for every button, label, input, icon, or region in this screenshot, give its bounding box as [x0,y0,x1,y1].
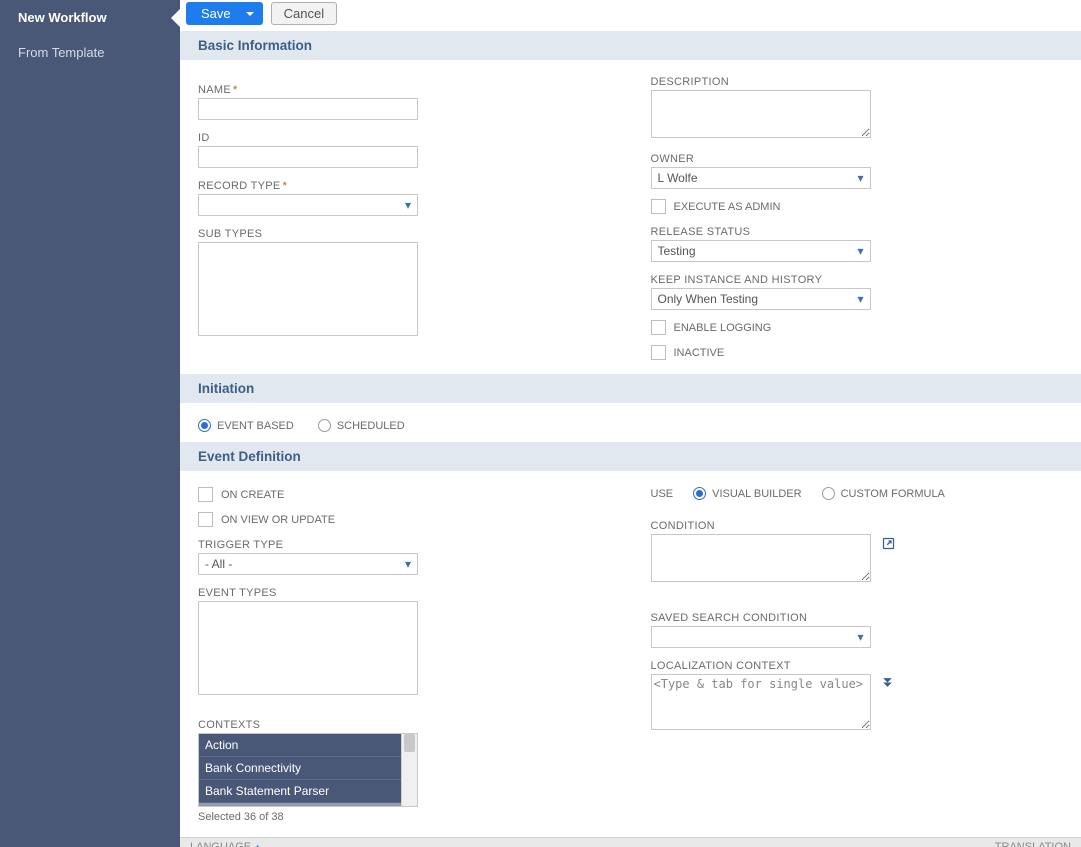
id-input[interactable] [198,146,418,168]
cancel-button[interactable]: Cancel [271,2,337,25]
label-sub-types: SUB TYPES [198,228,611,240]
sidebar-item-new-workflow[interactable]: New Workflow [0,0,180,35]
description-textarea[interactable] [651,90,871,138]
caret-down-icon: ▾ [857,292,863,306]
label-contexts: CONTEXTS [198,719,611,731]
sub-types-listbox[interactable] [198,242,418,336]
radio-scheduled[interactable] [318,419,331,432]
keep-instance-select[interactable]: Only When Testing▾ [651,288,871,310]
owner-select[interactable]: L Wolfe▾ [651,167,871,189]
label-condition: CONDITION [651,520,1064,532]
section-initiation: Initiation [180,374,1081,403]
list-item[interactable]: Bank Connectivity [199,757,401,780]
label-saved-search-condition: SAVED SEARCH CONDITION [651,612,1064,624]
translation-grid-header: LANGUAGE TRANSLATION [180,837,1081,847]
contexts-listbox[interactable]: Action Bank Connectivity Bank Statement … [198,733,418,807]
enable-logging-checkbox[interactable] [651,320,666,335]
section-event-definition: Event Definition [180,442,1081,471]
radio-event-based[interactable] [198,419,211,432]
caret-down-icon: ▾ [857,630,863,644]
contexts-hint: Selected 36 of 38 [198,811,611,823]
name-input[interactable] [198,98,418,120]
column-translation[interactable]: TRANSLATION [995,841,1071,847]
caret-down-icon: ▾ [857,171,863,185]
column-language[interactable]: LANGUAGE [190,841,262,847]
expand-condition-icon[interactable] [881,536,896,554]
scrollbar[interactable] [401,734,417,806]
sidebar: New Workflow From Template [0,0,180,847]
label-on-create: ON CREATE [221,489,284,501]
label-event-types: EVENT TYPES [198,587,611,599]
toolbar: Save Cancel [180,0,1081,31]
release-status-select[interactable]: Testing▾ [651,240,871,262]
caret-down-icon: ▾ [405,198,411,212]
label-record-type: RECORD TYPE* [198,180,611,192]
label-execute-as-admin: EXECUTE AS ADMIN [674,201,781,213]
scrollbar-thumb[interactable] [404,734,415,752]
label-on-view-update: ON VIEW OR UPDATE [221,514,335,526]
list-item[interactable]: Action [199,734,401,757]
caret-down-icon: ▾ [405,557,411,571]
label-custom-formula: CUSTOM FORMULA [841,488,945,500]
inactive-checkbox[interactable] [651,345,666,360]
label-name: NAME* [198,84,611,96]
list-item[interactable]: Bundle Installation [199,803,401,806]
label-trigger-type: TRIGGER TYPE [198,539,611,551]
record-type-select[interactable]: ▾ [198,194,418,216]
event-types-listbox[interactable] [198,601,418,695]
label-use: USE [651,488,674,500]
section-basic-information: Basic Information [180,31,1081,60]
localization-textarea[interactable]: <Type & tab for single value> [651,674,871,730]
sidebar-item-from-template[interactable]: From Template [0,35,180,70]
label-keep-instance: KEEP INSTANCE AND HISTORY [651,274,1064,286]
label-inactive: INACTIVE [674,347,725,359]
list-item[interactable]: Bank Statement Parser [199,780,401,803]
save-dropdown-button[interactable] [237,2,263,25]
label-id: ID [198,132,611,144]
on-view-update-checkbox[interactable] [198,512,213,527]
caret-down-icon [245,9,255,19]
label-visual-builder: VISUAL BUILDER [712,488,801,500]
label-release-status: RELEASE STATUS [651,226,1064,238]
on-create-checkbox[interactable] [198,487,213,502]
radio-visual-builder[interactable] [693,487,706,500]
radio-custom-formula[interactable] [822,487,835,500]
trigger-type-select[interactable]: - All -▾ [198,553,418,575]
label-description: DESCRIPTION [651,76,1064,88]
main-content: Save Cancel Basic Information NAME* ID R… [180,0,1081,847]
execute-as-admin-checkbox[interactable] [651,199,666,214]
label-scheduled: SCHEDULED [337,420,405,432]
label-enable-logging: ENABLE LOGGING [674,322,772,334]
caret-down-icon: ▾ [857,244,863,258]
saved-search-select[interactable]: ▾ [651,626,871,648]
double-chevron-down-icon[interactable] [881,676,894,692]
condition-textarea[interactable] [651,534,871,582]
label-owner: OWNER [651,153,1064,165]
label-event-based: EVENT BASED [217,420,294,432]
label-localization-context: LOCALIZATION CONTEXT [651,660,1064,672]
